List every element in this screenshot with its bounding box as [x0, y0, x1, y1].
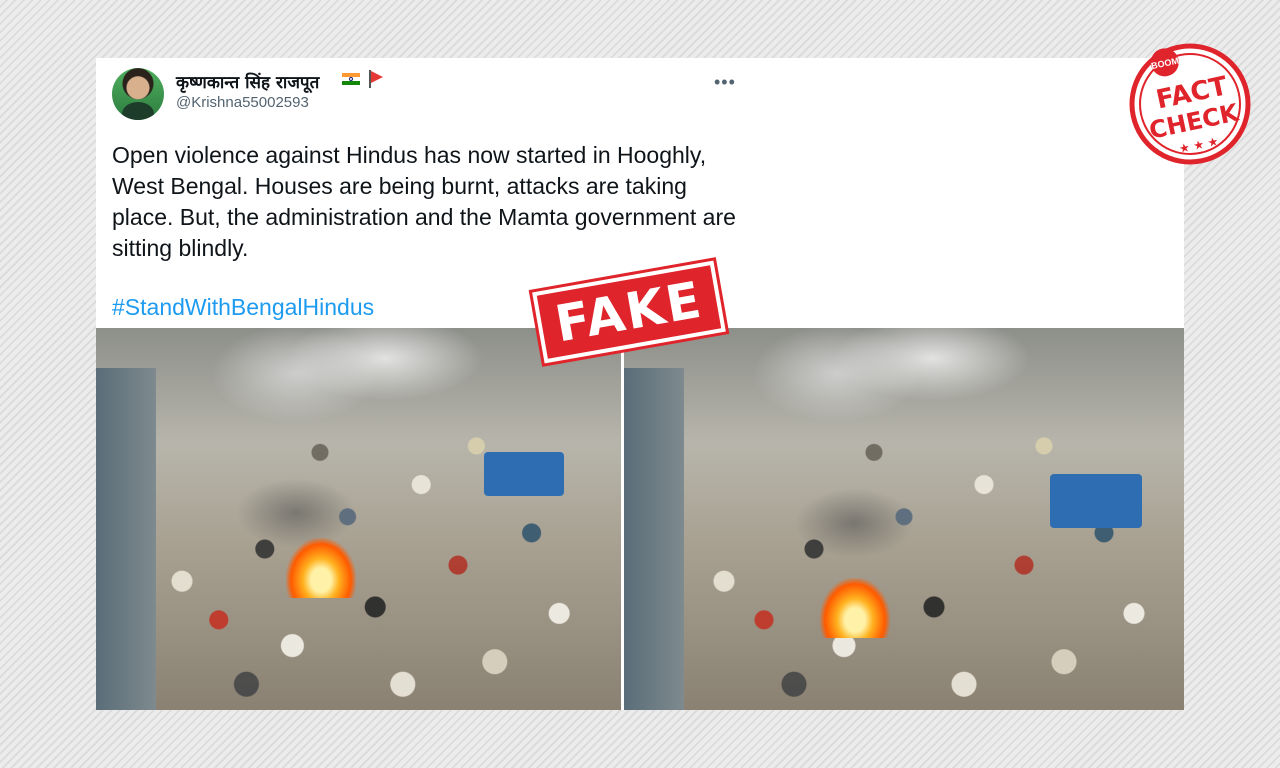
name-emoji-flags	[342, 70, 384, 88]
tweet-card: कृष्णकान्त सिंह राजपूत @Krishna55002593 …	[96, 58, 1184, 710]
india-flag-icon	[342, 72, 360, 86]
avatar[interactable]	[112, 68, 164, 120]
more-horizontal-icon[interactable]: •••	[714, 72, 736, 93]
display-name[interactable]: कृष्णकान्त सिंह राजपूत	[176, 70, 319, 93]
fact-check-badge-icon: BOOM FACT CHECK ★ ★ ★	[1129, 43, 1251, 165]
tweet-photo-left[interactable]	[96, 328, 621, 710]
user-handle[interactable]: @Krishna55002593	[176, 94, 309, 111]
tweet-photo-right[interactable]	[624, 328, 1184, 710]
tweet-text: Open violence against Hindus has now sta…	[112, 142, 736, 261]
hashtag-link[interactable]: #StandWithBengalHindus	[112, 294, 374, 321]
red-flag-icon	[368, 70, 384, 88]
